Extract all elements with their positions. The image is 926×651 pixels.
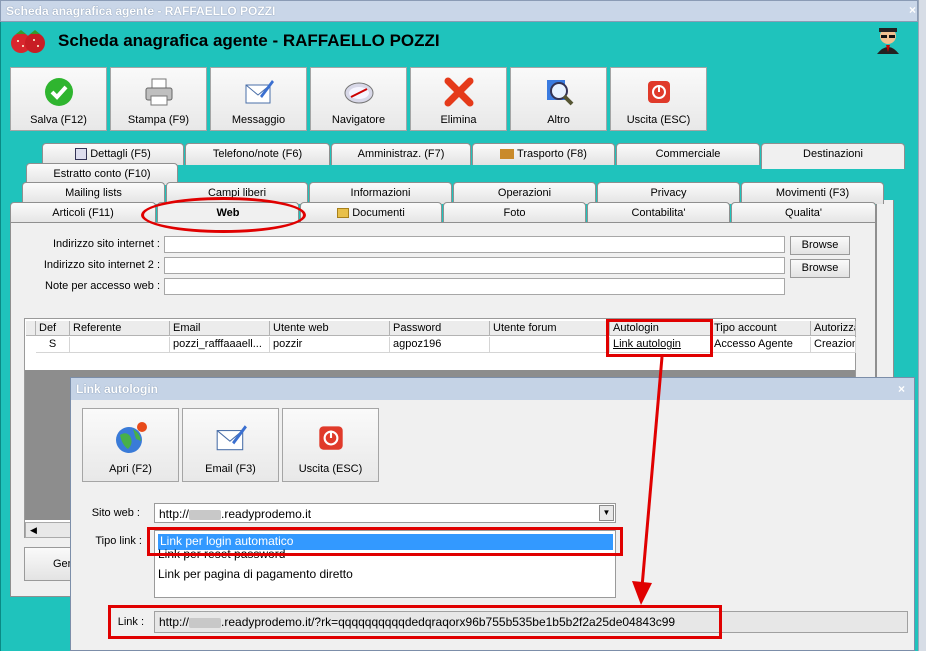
link-type-highlight [147, 527, 623, 556]
message-label: Messaggio [231, 114, 286, 126]
link-type-option-payment[interactable]: Link per pagina di pagamento diretto [158, 567, 353, 583]
autologin-highlight [606, 319, 713, 357]
tab-articoli[interactable]: Articoli (F11) [10, 202, 156, 224]
tab-amministrazione[interactable]: Amministraz. (F7) [331, 143, 471, 165]
more-label: Altro [547, 114, 570, 126]
dialog-title-bar: Link autologin [71, 378, 914, 400]
calendar-icon [75, 148, 88, 161]
delete-label: Elimina [440, 114, 477, 126]
tab-privacy[interactable]: Privacy [597, 182, 740, 204]
grid-cell-referente[interactable] [70, 337, 170, 353]
mail-pen-icon [245, 80, 274, 104]
site2-input[interactable] [164, 257, 785, 274]
check-icon [45, 78, 73, 106]
grid-header-autorizza[interactable]: Autorizza [811, 321, 856, 336]
link-highlight [108, 605, 722, 639]
site-web-select[interactable]: http://.readyprodemo.it [154, 503, 616, 523]
scroll-left-icon: ◀ [30, 525, 37, 535]
tab-documenti[interactable]: Documenti [300, 202, 442, 224]
notes-input[interactable] [164, 278, 785, 295]
grid-cell-email[interactable]: pozzi_rafffaaaell... [170, 337, 270, 353]
grid-header-tipo-account[interactable]: Tipo account [711, 321, 811, 336]
site2-label: Indirizzo sito internet 2 : [43, 259, 160, 271]
tab-commerciale[interactable]: Commerciale [616, 143, 760, 165]
grid-header-password[interactable]: Password [390, 321, 490, 336]
tab-contabilita[interactable]: Contabilita' [587, 202, 730, 224]
navigator-label: Navigatore [331, 114, 386, 126]
truck-icon [500, 149, 515, 160]
browse-button-2[interactable]: Browse [790, 259, 850, 278]
page-title: Scheda anagrafica agente - RAFFAELLO POZ… [58, 31, 440, 50]
tab-operazioni[interactable]: Operazioni [453, 182, 596, 204]
tab-destinazioni[interactable]: Destinazioni [761, 143, 905, 169]
print-label: Stampa (F9) [127, 114, 190, 126]
grid-cell-autorizza[interactable]: Creazion [811, 337, 856, 353]
print-button[interactable]: Stampa (F9) [110, 67, 207, 131]
exit-button[interactable]: Uscita (ESC) [610, 67, 707, 131]
tab-movimenti[interactable]: Movimenti (F3) [741, 182, 884, 204]
folder-icon [337, 208, 350, 219]
delete-x-icon [444, 77, 474, 107]
message-button[interactable]: Messaggio [210, 67, 307, 131]
tab-dettagli[interactable]: Dettagli (F5) [42, 143, 184, 165]
chevron-down-icon[interactable]: ▼ [599, 505, 614, 521]
grid-corner [26, 321, 36, 336]
red-arrow [632, 356, 664, 605]
open-label: Apri (F2) [109, 463, 152, 475]
open-button[interactable]: Apri (F2) [82, 408, 179, 482]
redacted-subdomain [189, 509, 222, 520]
exit-icon [648, 81, 670, 103]
tab-qualita[interactable]: Qualita' [731, 202, 876, 224]
window-edge [918, 0, 926, 651]
save-button[interactable]: Salva (F12) [10, 67, 107, 131]
globe-icon [116, 422, 147, 453]
dialog-exit-button[interactable]: Uscita (ESC) [282, 408, 379, 482]
dialog-close-button[interactable]: × [898, 382, 905, 396]
tab-telefono[interactable]: Telefono/note (F6) [185, 143, 330, 165]
compass-icon [344, 82, 374, 104]
printer-icon [145, 78, 173, 106]
grid-cell-utente-web[interactable]: pozzir [270, 337, 390, 353]
grid-cell-tipo-account[interactable]: Accesso Agente [711, 337, 811, 353]
grid-cell-utente-forum[interactable] [490, 337, 610, 353]
grid-cell-password[interactable]: agpoz196 [390, 337, 490, 353]
grid-cell-def[interactable]: S [36, 337, 70, 353]
web-tab-highlight [141, 197, 306, 233]
grid-header-utente-forum[interactable]: Utente forum [490, 321, 610, 336]
agent-avatar-icon [877, 28, 899, 54]
site-web-label: Sito web : [91, 507, 140, 519]
dialog-email-label: Email (F3) [205, 463, 256, 475]
site-input[interactable] [164, 236, 785, 253]
exit-icon [319, 426, 343, 450]
site-label: Indirizzo sito internet : [53, 238, 160, 250]
mail-pen-icon [216, 425, 247, 451]
dialog-title: Link autologin [76, 382, 158, 396]
save-label: Salva (F12) [30, 114, 87, 126]
window-close-button[interactable]: × [909, 3, 916, 17]
tab-mailing-lists[interactable]: Mailing lists [22, 182, 165, 204]
more-button[interactable]: Altro [510, 67, 607, 131]
grid-header-email[interactable]: Email [170, 321, 270, 336]
window-title: Scheda anagrafica agente - RAFFAELLO POZ… [6, 4, 276, 18]
link-type-label: Tipo link : [95, 535, 142, 547]
dialog-email-button[interactable]: Email (F3) [182, 408, 279, 482]
tab-foto[interactable]: Foto [443, 202, 586, 224]
exit-label: Uscita (ESC) [626, 114, 691, 126]
grid-hscrollbar[interactable]: ◀ [25, 522, 75, 538]
grid-header-utente-web[interactable]: Utente web [270, 321, 390, 336]
navigator-button[interactable]: Navigatore [310, 67, 407, 131]
delete-button[interactable]: Elimina [410, 67, 507, 131]
magnifier-icon [547, 80, 574, 106]
grid-header-def[interactable]: Def [36, 321, 70, 336]
browse-button-1[interactable]: Browse [790, 236, 850, 255]
window-title-bar: Scheda anagrafica agente - RAFFAELLO POZ… [0, 0, 918, 22]
dialog-exit-label: Uscita (ESC) [298, 463, 363, 475]
grid-header-referente[interactable]: Referente [70, 321, 170, 336]
strawberries-icon [11, 30, 45, 53]
tab-informazioni[interactable]: Informazioni [309, 182, 452, 204]
tab-trasporto[interactable]: Trasporto (F8) [472, 143, 615, 165]
notes-label: Note per accesso web : [45, 280, 160, 292]
